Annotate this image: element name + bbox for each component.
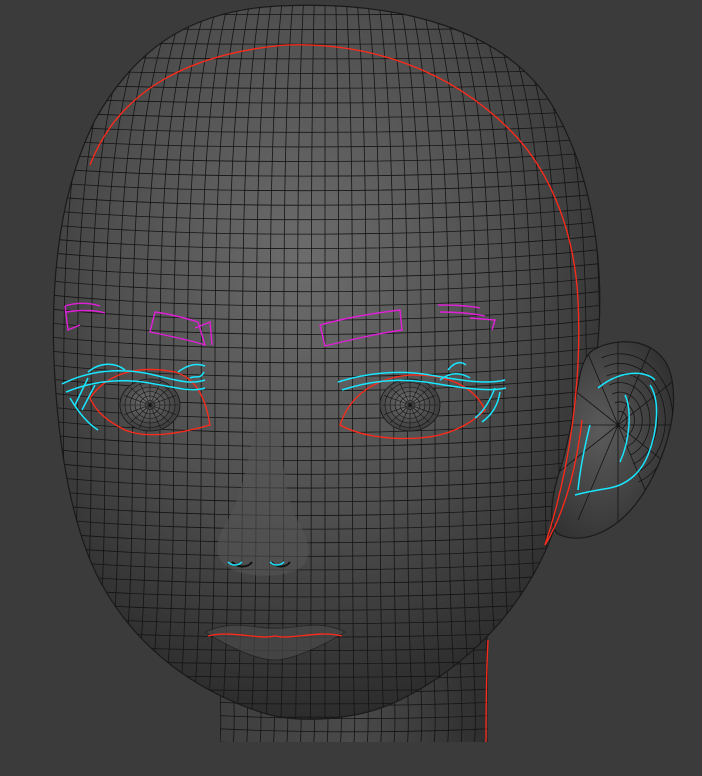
head-wireframe-render[interactable] [0, 0, 702, 776]
3d-viewport[interactable] [0, 0, 702, 776]
right-eye [379, 378, 441, 432]
